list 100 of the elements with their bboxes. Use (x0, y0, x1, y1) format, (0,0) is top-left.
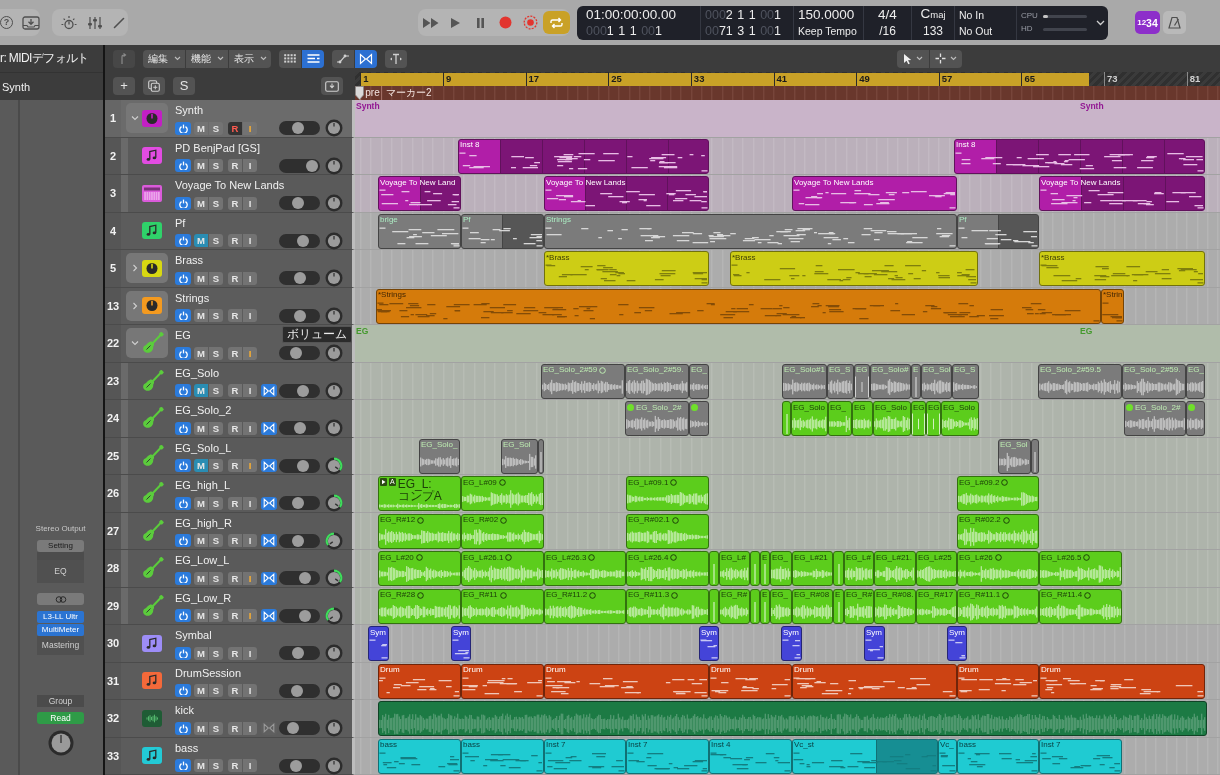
region-label: Sym (866, 627, 882, 638)
region-label: EG (856, 365, 868, 375)
region-label: Synth (1080, 100, 1104, 111)
region-label: EG_ (830, 402, 846, 413)
track-number: 27 (105, 512, 121, 549)
region-label: EG_L#26.5 (1041, 552, 1082, 563)
region-label: EG_L#21. (876, 552, 913, 563)
track-name: Pf (175, 215, 186, 231)
region-label: Drum (380, 665, 400, 675)
region-label: *Brass (1041, 252, 1065, 263)
track-name: EG_Solo_2 (175, 403, 232, 418)
region-label: EG_ (772, 552, 788, 563)
region-label: EG_Solo_2# (636, 402, 682, 413)
track-number: 22 (105, 325, 121, 362)
region-label: EG_Solo_2#59 (543, 365, 598, 375)
region-label: EG_R# (846, 590, 873, 600)
tempo-readout: 150.0000 (798, 6, 856, 23)
region-label: EG_R#02 (463, 515, 499, 525)
track-number: 3 (105, 175, 121, 212)
region-label: EG_Solo_2#59.5 (1040, 365, 1101, 375)
region-label: Inst 7 (546, 740, 566, 750)
region-label: Vc_st (794, 740, 814, 750)
region-label: Sym (783, 627, 799, 638)
track-name: kick (175, 703, 194, 718)
region-label: Synth (356, 100, 380, 111)
region-label: Drum (463, 665, 483, 675)
region-label: Sym (370, 627, 386, 638)
region-label: bass (959, 740, 976, 750)
track-name: Synth (175, 103, 204, 118)
meter-label: CPU (1021, 11, 1039, 21)
region-label: EG_R#11.3 (628, 590, 670, 600)
region-label: EG_S (954, 365, 976, 375)
region-label: Voyage To New Lands (1041, 177, 1121, 188)
region-label: EG_Sol (1000, 440, 1028, 450)
region-label: EG_L#09.2 (959, 477, 1000, 488)
track-number: 4 (105, 212, 121, 249)
region-label: EG_Sol (923, 365, 951, 375)
key-readout: Cmaj (920, 6, 946, 23)
track-number: 26 (105, 475, 121, 512)
region-label: Drum (959, 665, 979, 675)
tooltip: ボリューム (282, 326, 352, 343)
region-label: Drum (711, 665, 731, 675)
region-label: EG_R#08 (794, 590, 830, 600)
region-label: EG_L#20 (380, 552, 414, 563)
track-number: 31 (105, 662, 121, 699)
region-label: EG_R#11 (463, 590, 498, 600)
region-label: EG (854, 402, 866, 413)
region-label: Sym (701, 627, 717, 638)
region-label: Voyage To New Lands (794, 177, 874, 188)
region-label: *Brass (732, 252, 756, 263)
region-label: EG_R#11.1 (959, 590, 1001, 600)
region-label: EG_L#26 (959, 552, 993, 563)
region-label: EG_L#09 (463, 477, 497, 488)
region-label: EG_L#26.4 (628, 552, 669, 563)
region-label: Pf (959, 215, 967, 225)
region-label: EG (1080, 325, 1093, 336)
region-label: EG_Solo_2#59. (627, 365, 684, 375)
region-label: bass (380, 740, 397, 750)
region-label: E (835, 590, 841, 600)
midi-out-readout: No Out (959, 23, 994, 39)
track-number: 28 (105, 550, 121, 587)
region-label: Drum (546, 665, 566, 675)
region-label: EG_L: コンプA (397, 478, 443, 502)
region-label: E (913, 365, 919, 375)
track-name: bass (175, 740, 199, 756)
region-label: EG_L# (846, 552, 871, 563)
meter-label: HD (1021, 24, 1034, 34)
region-label: bass (463, 740, 480, 750)
region-label: Inst 8 (956, 140, 976, 150)
lcd-value: 133 (923, 23, 943, 39)
time-signature: 4/4 (878, 6, 897, 23)
tempo-mode: Keep Tempo (798, 23, 858, 39)
region-label: Inst 8 (460, 140, 480, 150)
region-label: Sym (949, 627, 965, 638)
region-label: EG_Solo (793, 402, 826, 413)
track-name: Brass (175, 253, 204, 268)
region-label: E (762, 590, 768, 600)
track-number: 29 (105, 587, 121, 624)
track-number: 1 (105, 100, 121, 137)
region-label: EG_Solo# (872, 365, 909, 375)
midi-in-readout: No In (959, 7, 986, 23)
region-label: Vc_ (940, 740, 954, 750)
track-number: 13 (105, 287, 121, 324)
region-label: EG_L#21 (794, 552, 828, 563)
inspector-track-name: Synth (2, 80, 31, 93)
region-label: *Brass (546, 252, 570, 263)
region-label: Sym (453, 627, 469, 638)
track-number: 2 (105, 137, 121, 174)
track-number: 23 (105, 362, 121, 399)
timecode-readout: 01:00:00:00.00 (586, 6, 678, 23)
track-number: 30 (105, 625, 121, 662)
region-label: EG_R#12 (380, 515, 416, 525)
region-label: Inst 7 (628, 740, 648, 750)
region-label: EG_ (772, 590, 788, 600)
region-label: EG_Solo_2#59. (1124, 365, 1181, 375)
track-number: 32 (105, 700, 121, 737)
region-label: EG_R#11.4 (1041, 590, 1083, 600)
track-name: EG_Solo_L (175, 440, 232, 456)
track-name: EG_Low_R (175, 590, 232, 606)
region-label: EG (913, 402, 925, 413)
